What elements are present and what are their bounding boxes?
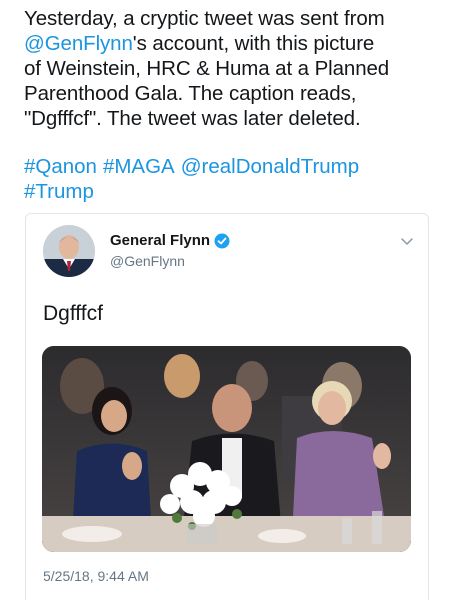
avatar[interactable] bbox=[43, 225, 95, 277]
caption-line-4: Parenthood Gala. The caption reads, bbox=[24, 82, 357, 105]
verified-badge-icon bbox=[214, 233, 230, 248]
caption-line-3: of Weinstein, HRC & Huma at a Planned bbox=[24, 57, 390, 80]
mention-realdonaldtrump-link[interactable]: @realDonaldTrump bbox=[181, 155, 359, 178]
caption-line-5: "Dgfffcf". The tweet was later deleted. bbox=[24, 107, 361, 130]
user-handle[interactable]: @GenFlynn bbox=[110, 253, 185, 269]
mention-genflynn-link[interactable]: @GenFlynn bbox=[24, 32, 133, 55]
chevron-down-icon[interactable] bbox=[400, 234, 414, 248]
caption-line-1: Yesterday, a cryptic tweet was sent from bbox=[24, 7, 385, 30]
hashtag-trump-link[interactable]: #Trump bbox=[24, 180, 94, 203]
caption-text: Yesterday, a cryptic tweet was sent from… bbox=[24, 6, 444, 131]
hashtag-qanon-link[interactable]: #Qanon bbox=[24, 155, 97, 178]
tweet-photo[interactable] bbox=[42, 346, 411, 552]
display-name-text[interactable]: General Flynn bbox=[110, 232, 210, 249]
embedded-tweet-card[interactable]: General Flynn @GenFlynn Dgfffcf 5/25/18,… bbox=[25, 213, 429, 600]
page: Yesterday, a cryptic tweet was sent from… bbox=[0, 0, 452, 600]
hashtag-maga-link[interactable]: #MAGA bbox=[103, 155, 175, 178]
tweet-text: Dgfffcf bbox=[43, 302, 103, 325]
hashtag-list: #Qanon #MAGA @realDonaldTrump #Trump bbox=[24, 154, 444, 204]
display-name[interactable]: General Flynn bbox=[110, 232, 230, 249]
tweet-timestamp[interactable]: 5/25/18, 9:44 AM bbox=[43, 568, 149, 584]
caption-line-2-rest: 's account, with this picture bbox=[132, 32, 375, 55]
caption-line-2: @GenFlynn's account, with this picture bbox=[24, 31, 444, 56]
